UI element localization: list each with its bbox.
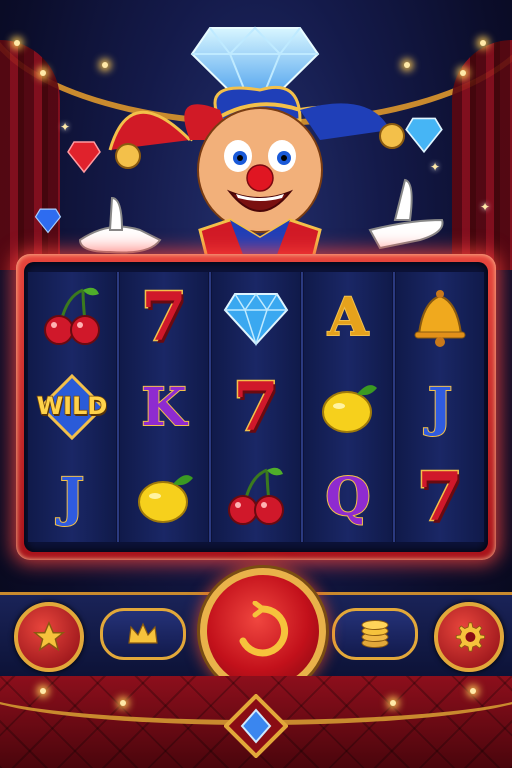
symbol-letter: J	[396, 362, 484, 452]
star-icon	[32, 621, 66, 652]
reel-5: J7	[396, 272, 484, 542]
cherry-icon	[228, 467, 284, 525]
light-bulb	[14, 40, 20, 46]
reel-2: 7K	[120, 272, 208, 542]
letter-symbol: J	[59, 466, 86, 529]
diamond-emblem-icon	[224, 694, 288, 758]
symbol-seven: 7	[396, 452, 484, 542]
reel-divider	[117, 272, 119, 542]
symbol-letter: A	[304, 272, 392, 362]
sparkle-icon: ✦	[480, 200, 491, 214]
wild-label: WILD	[36, 391, 108, 421]
seven-symbol: 7	[140, 277, 189, 358]
symbol-letter: K	[120, 362, 208, 452]
reel-divider	[209, 272, 211, 542]
light-bulb	[102, 62, 108, 68]
symbol-cherry	[212, 452, 300, 542]
light-bulb	[404, 62, 410, 68]
reels-frame: WILD J 7 K 7 A Q J 7	[16, 254, 496, 560]
reel-divider	[301, 272, 303, 542]
reel-3: 7	[212, 272, 300, 542]
symbol-bell	[396, 272, 484, 362]
bell-icon	[414, 290, 466, 347]
jester-character	[78, 85, 444, 270]
crown-icon	[128, 622, 158, 644]
cherry-icon	[44, 287, 100, 345]
reel-4: AQ	[304, 272, 392, 542]
symbol-lemon	[304, 362, 392, 452]
reel-divider	[393, 272, 395, 542]
light-bulb	[480, 40, 486, 46]
sapphire-icon	[34, 208, 62, 234]
seven-symbol: 7	[232, 367, 281, 448]
symbol-seven: 7	[120, 272, 208, 362]
gear-icon	[455, 622, 486, 652]
light-bulb	[390, 700, 396, 706]
symbol-diamond	[212, 272, 300, 362]
letter-symbol: J	[427, 376, 454, 439]
lemon-icon	[322, 385, 377, 433]
symbol-letter: Q	[304, 452, 392, 542]
light-bulb	[120, 700, 126, 706]
symbol-lemon	[120, 452, 208, 542]
light-bulb	[40, 70, 46, 76]
seven-symbol: 7	[416, 457, 465, 538]
coins-icon	[361, 620, 389, 648]
lemon-icon	[138, 475, 193, 523]
symbol-cherry	[28, 272, 116, 362]
sparkle-icon: ✦	[60, 120, 71, 134]
diamond-icon	[223, 292, 289, 347]
light-bulb	[470, 688, 476, 694]
game-background: ✦ ✦ ✦ WILD J 7 K 7 A Q J 7	[0, 0, 512, 768]
reel-1: WILD J	[28, 272, 116, 542]
light-bulb	[40, 688, 46, 694]
letter-symbol: Q	[324, 466, 371, 529]
reels-grid: WILD J 7 K 7 A Q J 7	[24, 262, 488, 552]
letter-symbol: A	[327, 286, 369, 349]
symbol-wild: WILD	[28, 362, 116, 452]
symbol-seven: 7	[212, 362, 300, 452]
letter-symbol: K	[140, 376, 187, 439]
symbol-letter: J	[28, 452, 116, 542]
curtain-left	[0, 40, 60, 270]
light-bulb	[460, 70, 466, 76]
